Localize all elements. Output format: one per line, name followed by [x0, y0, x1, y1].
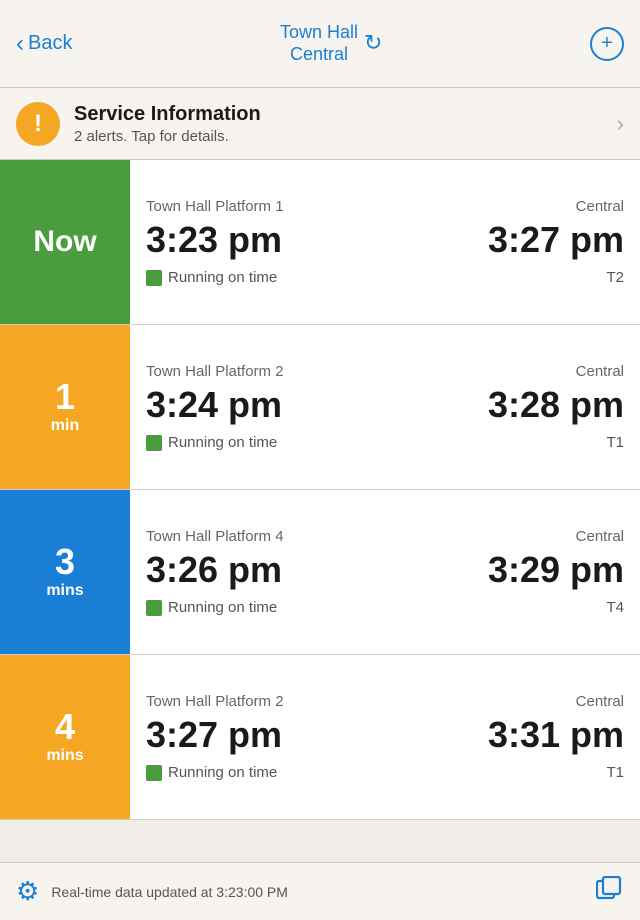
platform-name: Town Hall Platform 2: [146, 693, 284, 710]
departure-row[interactable]: Now Town Hall Platform 1 Central 3:23 pm…: [0, 160, 640, 325]
badge-unit: mins: [46, 747, 83, 765]
status-row: Running on time T2: [146, 269, 624, 286]
status-text: Running on time: [168, 269, 277, 286]
badge-unit: min: [51, 417, 79, 435]
platform-name: Town Hall Platform 2: [146, 363, 284, 380]
header-center: Town HallCentral ↻: [72, 22, 590, 65]
badge-number: 3: [55, 544, 75, 580]
track-badge: T2: [606, 269, 624, 286]
exclamation-icon: !: [34, 110, 42, 138]
status-indicator: Running on time: [146, 764, 277, 781]
status-green-square: [146, 765, 162, 781]
detail-top-row: Town Hall Platform 2 Central: [146, 693, 624, 710]
header: ‹ Back Town HallCentral ↻ +: [0, 0, 640, 88]
departure-row[interactable]: 3 mins Town Hall Platform 4 Central 3:26…: [0, 490, 640, 655]
badge-number: 4: [55, 709, 75, 745]
add-button[interactable]: +: [590, 27, 624, 61]
badge-number: 1: [55, 379, 75, 415]
departure-details: Town Hall Platform 2 Central 3:24 pm 3:2…: [130, 325, 640, 489]
time-badge: Now: [0, 160, 130, 324]
status-indicator: Running on time: [146, 434, 277, 451]
status-green-square: [146, 435, 162, 451]
back-label: Back: [28, 32, 72, 55]
badge-unit: mins: [46, 582, 83, 600]
track-badge: T1: [606, 764, 624, 781]
detail-top-row: Town Hall Platform 2 Central: [146, 363, 624, 380]
departure-details: Town Hall Platform 2 Central 3:27 pm 3:3…: [130, 655, 640, 819]
departure-row[interactable]: 1 min Town Hall Platform 2 Central 3:24 …: [0, 325, 640, 490]
time-badge: 3 mins: [0, 490, 130, 654]
service-info-text: Service Information 2 alerts. Tap for de…: [74, 103, 617, 145]
track-badge: T1: [606, 434, 624, 451]
status-indicator: Running on time: [146, 269, 277, 286]
time-row: 3:23 pm 3:27 pm: [146, 219, 624, 261]
depart-time: 3:26 pm: [146, 549, 282, 591]
status-row: Running on time T1: [146, 434, 624, 451]
departure-details: Town Hall Platform 4 Central 3:26 pm 3:2…: [130, 490, 640, 654]
status-green-square: [146, 600, 162, 616]
time-row: 3:24 pm 3:28 pm: [146, 384, 624, 426]
time-badge: 4 mins: [0, 655, 130, 819]
header-title: Town HallCentral: [280, 22, 358, 65]
plus-icon: +: [601, 32, 613, 55]
arrive-time: 3:31 pm: [488, 714, 624, 756]
status-text: Running on time: [168, 599, 277, 616]
platform-name: Town Hall Platform 1: [146, 198, 284, 215]
alert-icon: !: [16, 102, 60, 146]
status-row: Running on time T4: [146, 599, 624, 616]
destination-label: Central: [576, 528, 624, 545]
service-info-title: Service Information: [74, 103, 617, 126]
destination-label: Central: [576, 693, 624, 710]
destination-label: Central: [576, 198, 624, 215]
status-green-square: [146, 270, 162, 286]
time-badge: 1 min: [0, 325, 130, 489]
depart-time: 3:23 pm: [146, 219, 282, 261]
refresh-icon[interactable]: ↻: [364, 30, 382, 56]
arrive-time: 3:27 pm: [488, 219, 624, 261]
copy-icon[interactable]: [596, 876, 624, 907]
badge-now-text: Now: [33, 225, 96, 259]
service-info-banner[interactable]: ! Service Information 2 alerts. Tap for …: [0, 88, 640, 160]
footer: ⚙ Real-time data updated at 3:23:00 PM: [0, 862, 640, 920]
status-text: Running on time: [168, 434, 277, 451]
chevron-right-icon: ›: [617, 111, 624, 137]
arrive-time: 3:29 pm: [488, 549, 624, 591]
platform-name: Town Hall Platform 4: [146, 528, 284, 545]
back-chevron-icon: ‹: [16, 30, 24, 58]
destination-label: Central: [576, 363, 624, 380]
time-row: 3:26 pm 3:29 pm: [146, 549, 624, 591]
status-text: Running on time: [168, 764, 277, 781]
arrive-time: 3:28 pm: [488, 384, 624, 426]
depart-time: 3:27 pm: [146, 714, 282, 756]
depart-time: 3:24 pm: [146, 384, 282, 426]
status-row: Running on time T1: [146, 764, 624, 781]
status-indicator: Running on time: [146, 599, 277, 616]
service-info-subtitle: 2 alerts. Tap for details.: [74, 128, 617, 145]
departure-details: Town Hall Platform 1 Central 3:23 pm 3:2…: [130, 160, 640, 324]
departure-row[interactable]: 4 mins Town Hall Platform 2 Central 3:27…: [0, 655, 640, 820]
settings-icon[interactable]: ⚙: [16, 876, 39, 907]
time-row: 3:27 pm 3:31 pm: [146, 714, 624, 756]
track-badge: T4: [606, 599, 624, 616]
departures-list: Now Town Hall Platform 1 Central 3:23 pm…: [0, 160, 640, 820]
detail-top-row: Town Hall Platform 1 Central: [146, 198, 624, 215]
back-button[interactable]: ‹ Back: [16, 30, 72, 58]
footer-status: Real-time data updated at 3:23:00 PM: [51, 884, 584, 900]
detail-top-row: Town Hall Platform 4 Central: [146, 528, 624, 545]
